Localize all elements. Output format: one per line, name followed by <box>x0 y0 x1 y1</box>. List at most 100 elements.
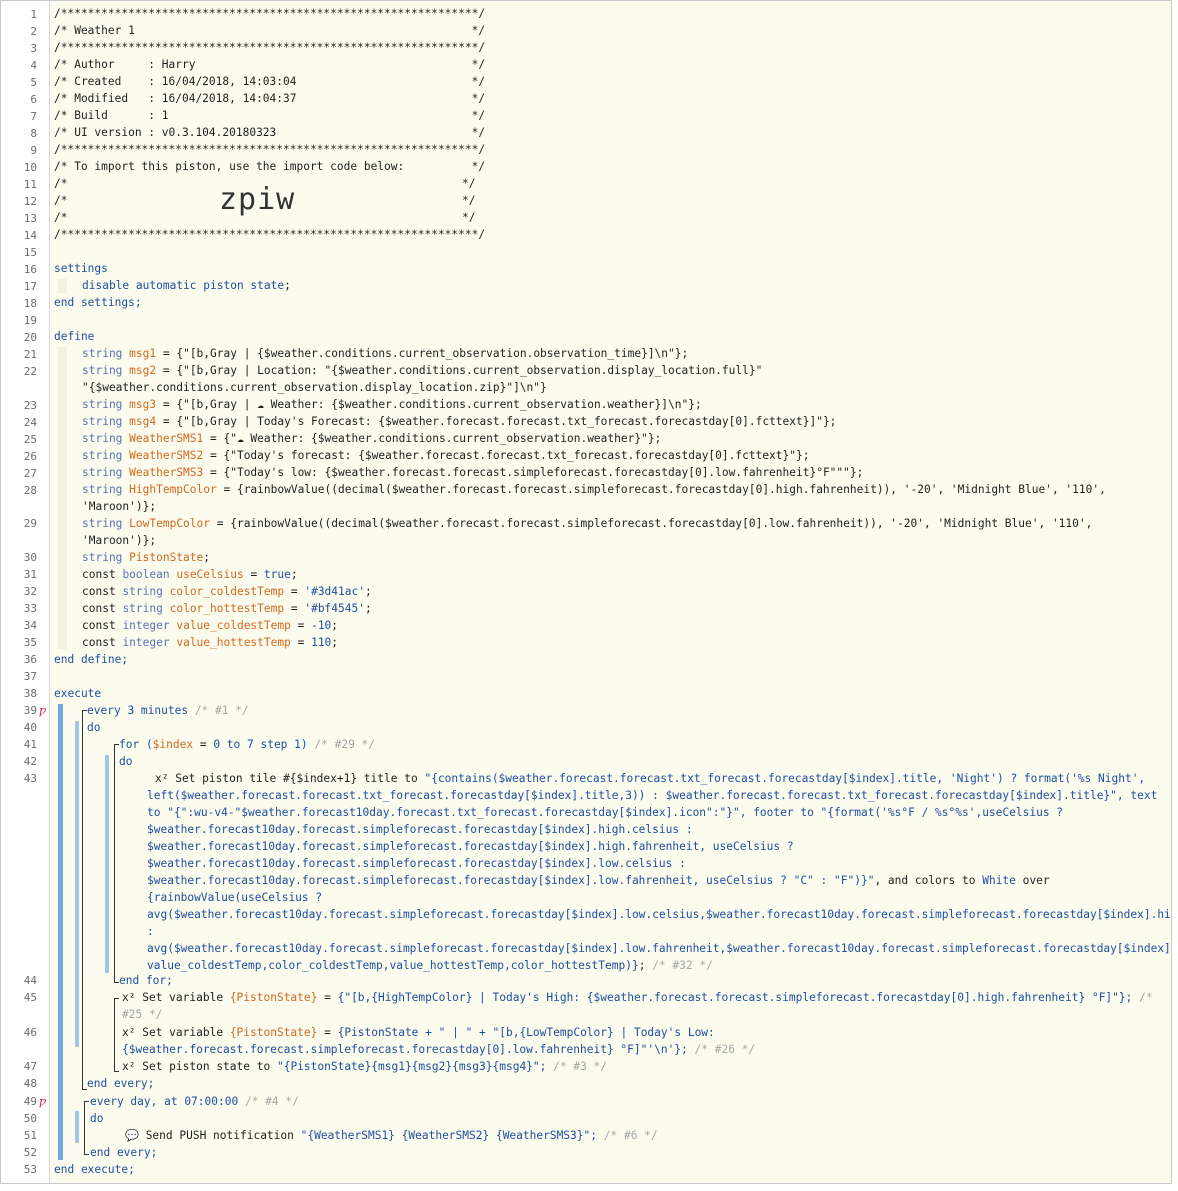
define-line[interactable]: const integer value_hottestTemp = 110; <box>54 636 338 649</box>
settings-line[interactable]: disable automatic piston state; <box>54 279 291 292</box>
settings-keyword[interactable]: settings <box>54 262 108 275</box>
code-line[interactable]: /* Author : Harry */ <box>54 58 485 71</box>
line-number: 4 <box>30 59 37 72</box>
code-line[interactable]: /***************************************… <box>54 228 485 241</box>
set-variable-statement[interactable]: x² Set variable {PistonState} = {"[b,{Hi… <box>122 991 1153 1004</box>
code-line[interactable]: /* Created : 16/04/2018, 14:03:04 */ <box>54 75 485 88</box>
assign-op: = <box>284 602 305 615</box>
variable-name: WeatherSMS3 <box>129 466 204 479</box>
expression-continued[interactable]: $weather.forecast10day.forecast.simplefo… <box>147 823 693 836</box>
expression-continued[interactable]: {rainbowValue(useCelsius ? <box>147 891 322 904</box>
define-keyword[interactable]: define <box>54 330 94 343</box>
expression-continued[interactable]: left($weather.forecast.forecast.txt_fore… <box>147 789 1157 802</box>
end-for[interactable]: end for; <box>119 974 173 987</box>
line-number: 23 <box>23 399 37 412</box>
code-line[interactable]: /* <box>54 194 67 207</box>
for-statement[interactable]: for ($index = 0 to 7 step 1) /* #29 */ <box>119 738 375 751</box>
line-number: 24 <box>23 416 37 429</box>
expression-continued[interactable]: {$weather.forecast.forecast.simpleforeca… <box>122 1043 755 1056</box>
code-line[interactable]: */ <box>462 177 475 190</box>
command-text: Send PUSH notification <box>145 1129 294 1142</box>
code-line[interactable]: /* Build : 1 */ <box>54 109 485 122</box>
expression-continued[interactable]: avg($weather.forecast10day.forecast.simp… <box>147 908 1171 921</box>
define-line[interactable]: const boolean useCelsius = true; <box>54 568 298 581</box>
define-line-continued[interactable]: 'Maroon')}; <box>54 534 156 547</box>
set-tile-statement[interactable]: x² Set piston tile #{$index+1} title to … <box>155 772 1145 785</box>
variable-name: msg3 <box>129 398 157 411</box>
define-line[interactable]: string LowTempColor = {rainbowValue((dec… <box>54 517 1092 530</box>
expression-continued[interactable]: to "{":wu-v4-"$weather.forecast10day.for… <box>147 806 1063 819</box>
trigger-icon: ƿ <box>39 704 46 717</box>
assign-op: = <box>156 398 177 411</box>
set-variable-statement[interactable]: x² Set variable {PistonState} = {PistonS… <box>122 1026 715 1039</box>
type-keyword: string <box>82 398 123 411</box>
define-line[interactable]: const string color_hottestTemp = '#bf454… <box>54 602 372 615</box>
code-line[interactable]: /***************************************… <box>54 41 485 54</box>
define-line[interactable]: string msg3 = {"[b,Gray | ☁ Weather: {$w… <box>54 398 702 411</box>
variable-name: color_coldestTemp <box>169 585 285 598</box>
statement-id: /* #32 */ <box>652 959 713 972</box>
value: 110 <box>311 636 332 649</box>
execute-keyword[interactable]: execute <box>54 687 101 700</box>
type-keyword: integer <box>122 619 170 632</box>
assign-op: = <box>290 619 312 632</box>
expression-continued[interactable]: $weather.forecast10day.forecast.simplefo… <box>147 857 686 870</box>
line-number: 51 <box>23 1129 37 1142</box>
end-execute[interactable]: end execute; <box>54 1163 135 1176</box>
code-line[interactable]: /* To import this piston, use the import… <box>54 160 485 173</box>
code-line[interactable]: /* <box>54 211 67 224</box>
statement-id: /* #1 */ <box>194 704 249 717</box>
line-number: 37 <box>23 670 37 683</box>
define-line-continued[interactable]: "{$weather.conditions.current_observatio… <box>54 381 547 394</box>
expression: {"Today's forecast: {$weather.forecast.f… <box>223 449 810 462</box>
for-close: ) <box>300 738 308 751</box>
push-notification-statement[interactable]: 💬 Send PUSH notification "{WeatherSMS1} … <box>125 1129 658 1142</box>
code-line[interactable]: /* UI version : v0.3.104.20180323 */ <box>54 126 485 139</box>
expression-continued[interactable]: $weather.forecast10day.forecast.simplefo… <box>147 840 794 853</box>
define-line[interactable]: string msg1 = {"[b,Gray | {$weather.cond… <box>54 347 688 360</box>
end-settings[interactable]: end settings; <box>54 296 142 309</box>
code-line[interactable]: */ <box>462 194 475 207</box>
expression-continued[interactable]: : <box>147 925 154 938</box>
line-number: 49 <box>23 1095 37 1108</box>
end-define[interactable]: end define; <box>54 653 128 666</box>
expression: $weather.forecast10day.forecast.simplefo… <box>147 874 875 887</box>
variable-name: LowTempColor <box>129 517 210 530</box>
set-state-statement[interactable]: x² Set piston state to "{PistonState}{ms… <box>122 1060 607 1073</box>
code-line[interactable]: */ <box>462 211 475 224</box>
define-line[interactable]: const string color_coldestTemp = '#3d41a… <box>54 585 372 598</box>
expression-continued[interactable]: $weather.forecast10day.forecast.simplefo… <box>147 874 1050 887</box>
define-line[interactable]: string HighTempColor = {rainbowValue((de… <box>54 483 1106 496</box>
define-line[interactable]: string WeatherSMS2 = {"Today's forecast:… <box>54 449 809 462</box>
define-line[interactable]: string WeatherSMS1 = {"☁ Weather: {$weat… <box>54 432 661 445</box>
code-line[interactable]: /* <box>54 177 67 190</box>
code-line[interactable]: /***************************************… <box>54 143 485 156</box>
type-keyword: string <box>122 585 163 598</box>
define-line[interactable]: string msg2 = {"[b,Gray | Location: "{$w… <box>54 364 762 377</box>
code-line[interactable]: /* Modified : 16/04/2018, 14:04:37 */ <box>54 92 485 105</box>
end-every[interactable]: end every; <box>90 1146 157 1159</box>
code-line[interactable]: /***************************************… <box>54 7 485 20</box>
code-line[interactable]: /* Weather 1 */ <box>54 24 485 37</box>
expression: "{$weather.conditions.current_observatio… <box>82 381 547 394</box>
expression-continued[interactable]: value_coldestTemp,color_coldestTemp,valu… <box>147 959 713 972</box>
statement-id: #25 */ <box>122 1008 163 1021</box>
set-variable-bracket <box>114 998 119 1072</box>
define-line[interactable]: const integer value_coldestTemp = -10; <box>54 619 338 632</box>
do-keyword[interactable]: do <box>90 1112 103 1125</box>
assign-op: = <box>193 738 214 751</box>
define-line[interactable]: string PistonState; <box>54 551 210 564</box>
expression: {"☁ Weather: {$weather.conditions.curren… <box>223 432 662 445</box>
do-keyword[interactable]: do <box>119 755 132 768</box>
expression-continued[interactable]: avg($weather.forecast10day.forecast.simp… <box>147 942 1171 955</box>
define-line[interactable]: string msg4 = {"[b,Gray | Today's Foreca… <box>54 415 836 428</box>
expression: {"[b,Gray | Location: "{$weather.conditi… <box>176 364 763 377</box>
import-code[interactable]: zpiw <box>219 182 295 217</box>
define-line-continued[interactable]: 'Maroon')}; <box>54 500 156 513</box>
define-line[interactable]: string WeatherSMS3 = {"Today's low: {$we… <box>54 466 863 479</box>
every-statement[interactable]: every day, at 07:00:00 /* #4 */ <box>90 1095 299 1108</box>
end-every[interactable]: end every; <box>87 1077 154 1090</box>
every-statement[interactable]: every 3 minutes /* #1 */ <box>87 704 249 717</box>
do-keyword[interactable]: do <box>87 721 100 734</box>
line-number: 12 <box>23 195 37 208</box>
